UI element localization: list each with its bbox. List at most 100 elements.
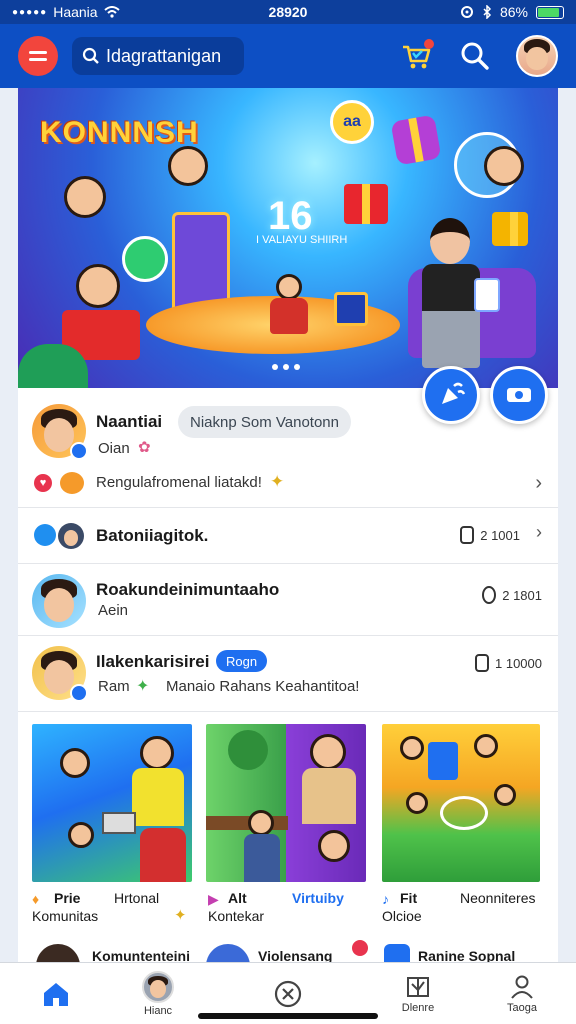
signal-icon: ●●●●● — [12, 6, 48, 18]
community-tile[interactable] — [382, 724, 540, 882]
post-count: 2 1001 — [460, 526, 520, 544]
sparkle-icon: ✿ — [138, 439, 151, 456]
profile-avatar[interactable] — [516, 35, 558, 77]
tile-caption-secondary: Neonniteres — [460, 890, 536, 906]
cart-button[interactable] — [400, 39, 434, 73]
notification-dot — [352, 940, 368, 956]
post-title-pill[interactable]: Niaknp Som Vanotonn — [178, 406, 351, 438]
user-avatar[interactable] — [206, 944, 250, 964]
post-message: Rengulafromenal liatakd! — [96, 474, 262, 491]
home-indicator[interactable] — [198, 1013, 378, 1019]
nav-home[interactable] — [16, 963, 96, 1024]
post-count-value: 1 10000 — [495, 655, 542, 671]
post-row[interactable]: Roakundeinimuntaaho Aein 2 1801 — [18, 564, 558, 636]
avatar-face — [43, 418, 75, 452]
star-icon: ✦ — [136, 678, 150, 695]
post-tag[interactable]: Rogn — [216, 650, 268, 672]
user-avatar[interactable] — [36, 944, 80, 964]
battery-percent: 86% — [499, 4, 528, 20]
nav-label: Hianc — [143, 1005, 173, 1017]
counter-icon — [460, 526, 475, 544]
avatar-face — [526, 46, 548, 71]
carousel-indicator[interactable] — [272, 364, 300, 370]
search-input[interactable]: Idagrattanigan — [72, 37, 244, 75]
tablet-prop — [334, 292, 368, 326]
gift-icon — [492, 212, 528, 246]
community-tile[interactable] — [206, 724, 366, 882]
community-tile[interactable] — [32, 724, 192, 882]
tile-caption: Prie — [54, 890, 81, 906]
close-circle-icon — [274, 980, 302, 1008]
bush-decoration — [18, 344, 88, 388]
avatar-face — [43, 660, 75, 694]
book-icon — [407, 977, 429, 997]
post-count-value: 2 1801 — [502, 587, 542, 603]
user-avatar[interactable] — [32, 574, 86, 628]
chevron-right-icon[interactable]: › — [536, 522, 542, 543]
user-avatar[interactable] — [58, 523, 84, 549]
emoji-icon — [60, 472, 84, 494]
carrier-label: Haania — [53, 4, 98, 20]
location-icon — [460, 6, 473, 18]
nav-profile[interactable]: Hianc — [118, 963, 198, 1024]
child-figure — [400, 736, 424, 760]
post-author[interactable]: Roakundeinimuntaaho — [96, 580, 279, 600]
post-subtitle: Ram — [98, 678, 130, 695]
hero-number: 16 — [268, 194, 313, 238]
tile-icon: ♪ — [382, 891, 389, 907]
woman-head — [430, 218, 470, 264]
counter-icon — [482, 586, 497, 604]
post-subtitle: Aein — [98, 602, 129, 619]
search-icon — [82, 47, 99, 64]
avatar-face — [150, 980, 166, 998]
hero-subtitle: I VALIAYU SHIIRH — [256, 234, 348, 246]
nav-library[interactable]: Dlenre — [378, 963, 458, 1024]
drawing-decoration — [440, 796, 488, 830]
star-icon: ✦ — [174, 907, 187, 924]
post-message: Manaio Rahans Keahantitoa! — [166, 678, 360, 695]
wifi-icon — [103, 6, 120, 18]
verified-badge-icon — [70, 684, 88, 702]
chevron-right-icon[interactable]: › — [535, 472, 542, 495]
child-figure — [248, 810, 274, 836]
tablet-prop — [428, 742, 458, 780]
child-figure — [484, 146, 524, 186]
menu-line-icon — [29, 51, 47, 54]
fence-decoration — [206, 816, 288, 830]
laptop-prop — [102, 812, 136, 834]
post-author[interactable]: Naantiai — [96, 412, 162, 432]
app-header: Idagrattanigan — [0, 24, 576, 88]
child-figure — [64, 176, 106, 218]
counter-icon — [475, 654, 489, 672]
phone-prop — [474, 278, 500, 312]
hero-bubble: aa — [330, 100, 374, 144]
post-row[interactable]: Naantiai Niaknp Som Vanotonn Oian ✿ ♥ Re… — [18, 388, 558, 508]
tile-subtitle: Komunitas — [32, 908, 99, 924]
status-bar: ●●●●● Haania 28920 86% — [0, 0, 576, 24]
notification-dot — [424, 39, 434, 49]
avatar-face — [43, 588, 75, 622]
tile-icon: ▶ — [208, 891, 219, 907]
avatar-face — [63, 529, 79, 546]
post-row[interactable]: Ilakenkarisirei Rogn Ram ✦ Manaio Rahans… — [18, 636, 558, 712]
child-figure — [318, 830, 350, 862]
person-body — [132, 768, 184, 826]
search-button[interactable] — [460, 41, 490, 71]
post-author[interactable]: Ilakenkarisirei — [96, 652, 209, 672]
woman-body — [422, 264, 480, 368]
person-body — [140, 828, 186, 882]
hero-banner[interactable]: KONNNSH aa 16 I VALIAYU SHIIRH — [18, 88, 558, 388]
home-icon — [44, 983, 68, 1006]
nav-account[interactable]: Taoga — [482, 963, 562, 1024]
child-figure — [406, 792, 428, 814]
tile-caption-secondary: Hrtonal — [114, 890, 160, 906]
nav-label: Taoga — [507, 1002, 537, 1014]
tile-subtitle: Olcioe — [382, 908, 422, 924]
carousel-dot — [294, 364, 300, 370]
post-author[interactable]: Batoniiagitok. — [96, 526, 208, 546]
gift-icon — [390, 114, 442, 166]
menu-button[interactable] — [18, 36, 58, 76]
hero-bubble — [122, 236, 168, 282]
woman-figure — [422, 218, 480, 368]
post-row[interactable]: Batoniiagitok. 2 1001 › — [18, 508, 558, 564]
